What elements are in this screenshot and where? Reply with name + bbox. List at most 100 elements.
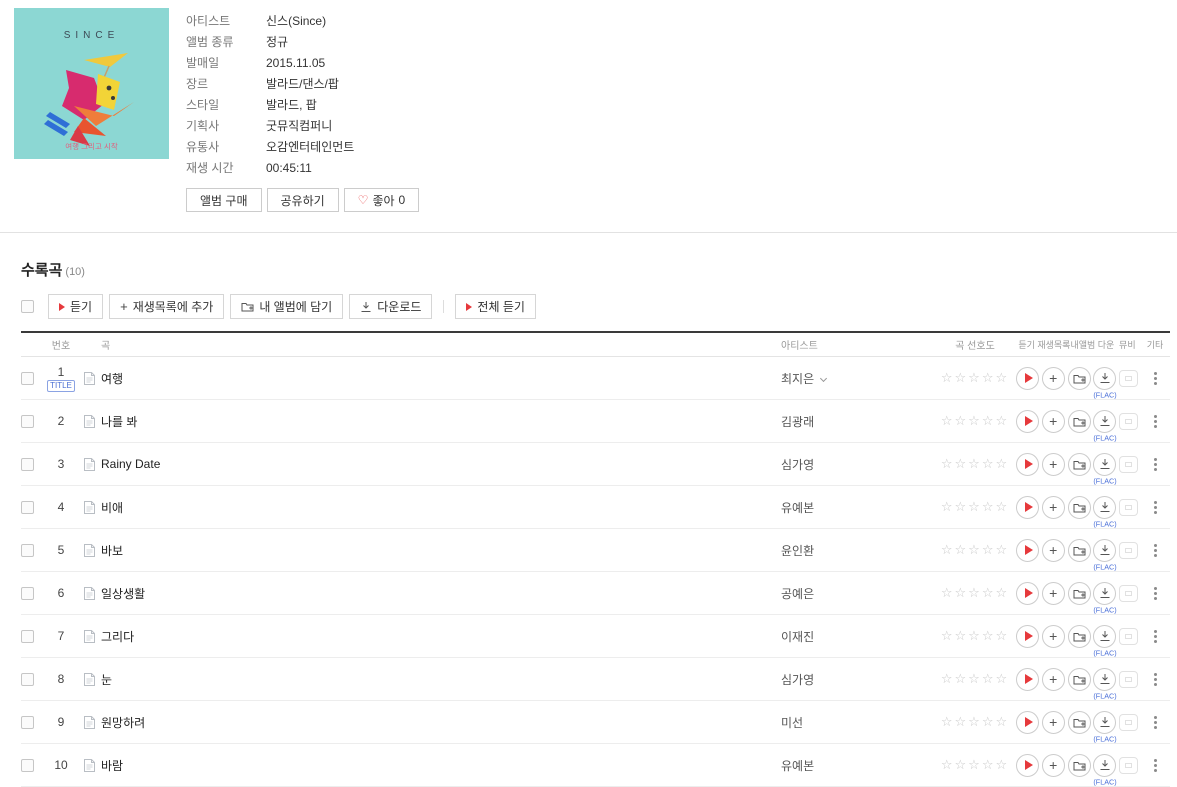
song-rating-stars[interactable]: ☆☆☆☆☆ — [941, 757, 1009, 772]
track-play-button[interactable] — [1016, 495, 1039, 519]
track-checkbox[interactable] — [21, 629, 34, 643]
track-add-my-album-button[interactable] — [1067, 667, 1091, 691]
track-add-my-album-button[interactable] — [1067, 710, 1091, 734]
track-add-my-album-button[interactable] — [1067, 495, 1091, 519]
lyrics-doc-icon[interactable] — [83, 629, 96, 644]
track-add-playlist-button[interactable]: + — [1041, 366, 1065, 390]
track-more-menu-button[interactable] — [1150, 712, 1161, 733]
track-artist-link[interactable]: 최지은 — [781, 372, 814, 386]
lyrics-doc-icon[interactable] — [83, 586, 96, 601]
listen-selected-button[interactable]: 듣기 — [48, 294, 104, 319]
track-download-button[interactable] — [1093, 495, 1117, 519]
track-play-button[interactable] — [1016, 409, 1039, 433]
track-title-link[interactable]: 나를 봐 — [101, 415, 137, 429]
track-artist-link[interactable]: 유예본 — [781, 501, 814, 515]
track-checkbox[interactable] — [21, 586, 34, 600]
track-add-playlist-button[interactable]: + — [1041, 624, 1065, 648]
track-add-playlist-button[interactable]: + — [1041, 538, 1065, 562]
song-rating-stars[interactable]: ☆☆☆☆☆ — [941, 714, 1009, 729]
track-play-button[interactable] — [1016, 710, 1039, 734]
track-add-my-album-button[interactable] — [1067, 452, 1091, 476]
track-checkbox[interactable] — [21, 543, 34, 557]
track-add-playlist-button[interactable]: + — [1041, 667, 1065, 691]
track-play-button[interactable] — [1016, 581, 1039, 605]
track-artist-link[interactable]: 이재진 — [781, 630, 814, 644]
track-play-button[interactable] — [1016, 624, 1039, 648]
buy-album-button[interactable]: 앨범 구매 — [186, 188, 262, 212]
track-checkbox[interactable] — [21, 758, 34, 772]
lyrics-doc-icon[interactable] — [83, 414, 96, 429]
share-button[interactable]: 공유하기 — [266, 188, 339, 212]
track-more-menu-button[interactable] — [1150, 454, 1161, 475]
download-selected-button[interactable]: 다운로드 — [349, 294, 433, 319]
lyrics-doc-icon[interactable] — [83, 715, 96, 730]
track-download-button[interactable] — [1093, 667, 1117, 691]
track-play-button[interactable] — [1016, 452, 1039, 476]
track-more-menu-button[interactable] — [1150, 669, 1161, 690]
lyrics-doc-icon[interactable] — [83, 371, 96, 386]
track-play-button[interactable] — [1016, 366, 1039, 390]
track-download-button[interactable] — [1093, 710, 1117, 734]
track-add-my-album-button[interactable] — [1067, 409, 1091, 433]
track-title-link[interactable]: 일상생활 — [101, 587, 145, 601]
add-to-playlist-button[interactable]: + 재생목록에 추가 — [109, 294, 225, 319]
song-rating-stars[interactable]: ☆☆☆☆☆ — [941, 585, 1009, 600]
track-more-menu-button[interactable] — [1150, 583, 1161, 604]
add-to-my-album-button[interactable]: 내 앨범에 담기 — [230, 294, 344, 319]
track-more-menu-button[interactable] — [1150, 497, 1161, 518]
select-all-checkbox[interactable] — [21, 300, 34, 313]
track-checkbox[interactable] — [21, 500, 34, 514]
lyrics-doc-icon[interactable] — [83, 500, 96, 515]
lyrics-doc-icon[interactable] — [83, 758, 96, 773]
lyrics-doc-icon[interactable] — [83, 672, 96, 687]
artist-expand-icon[interactable] — [820, 374, 828, 382]
track-artist-link[interactable]: 미선 — [781, 716, 803, 730]
lyrics-doc-icon[interactable] — [83, 457, 96, 472]
track-play-button[interactable] — [1016, 538, 1039, 562]
track-title-link[interactable]: Rainy Date — [101, 457, 160, 471]
track-more-menu-button[interactable] — [1150, 411, 1161, 432]
track-download-button[interactable] — [1093, 581, 1117, 605]
track-add-my-album-button[interactable] — [1067, 581, 1091, 605]
track-add-playlist-button[interactable]: + — [1041, 409, 1065, 433]
like-button[interactable]: ♡ 좋아 0 — [343, 188, 420, 212]
track-artist-link[interactable]: 윤인환 — [781, 544, 814, 558]
track-more-menu-button[interactable] — [1150, 368, 1161, 389]
song-rating-stars[interactable]: ☆☆☆☆☆ — [941, 370, 1009, 385]
track-checkbox[interactable] — [21, 414, 34, 428]
track-artist-link[interactable]: 김광래 — [781, 415, 814, 429]
track-download-button[interactable] — [1093, 366, 1117, 390]
track-play-button[interactable] — [1016, 753, 1039, 777]
track-artist-link[interactable]: 심가영 — [781, 458, 814, 472]
track-add-playlist-button[interactable]: + — [1041, 753, 1065, 777]
track-download-button[interactable] — [1093, 452, 1117, 476]
listen-all-button[interactable]: 전체 듣기 — [455, 294, 536, 319]
track-checkbox[interactable] — [21, 672, 34, 686]
track-add-playlist-button[interactable]: + — [1041, 581, 1065, 605]
song-rating-stars[interactable]: ☆☆☆☆☆ — [941, 542, 1009, 557]
song-rating-stars[interactable]: ☆☆☆☆☆ — [941, 456, 1009, 471]
track-title-link[interactable]: 그리다 — [101, 630, 134, 644]
track-add-my-album-button[interactable] — [1067, 753, 1091, 777]
album-cover-art[interactable]: SINCE 여행 그리고 시작 — [14, 8, 169, 159]
track-add-playlist-button[interactable]: + — [1041, 495, 1065, 519]
song-rating-stars[interactable]: ☆☆☆☆☆ — [941, 413, 1009, 428]
track-title-link[interactable]: 바람 — [101, 759, 123, 773]
track-more-menu-button[interactable] — [1150, 755, 1161, 776]
track-add-my-album-button[interactable] — [1067, 624, 1091, 648]
track-add-my-album-button[interactable] — [1067, 366, 1091, 390]
track-more-menu-button[interactable] — [1150, 540, 1161, 561]
track-title-link[interactable]: 비애 — [101, 501, 123, 515]
track-title-link[interactable]: 원망하려 — [101, 716, 145, 730]
track-download-button[interactable] — [1093, 538, 1117, 562]
track-artist-link[interactable]: 심가영 — [781, 673, 814, 687]
song-rating-stars[interactable]: ☆☆☆☆☆ — [941, 671, 1009, 686]
track-play-button[interactable] — [1016, 667, 1039, 691]
track-more-menu-button[interactable] — [1150, 626, 1161, 647]
track-artist-link[interactable]: 유예본 — [781, 759, 814, 773]
lyrics-doc-icon[interactable] — [83, 543, 96, 558]
track-download-button[interactable] — [1093, 409, 1117, 433]
track-title-link[interactable]: 눈 — [101, 673, 112, 687]
album-artist-link[interactable]: 신스(Since) — [266, 12, 326, 29]
track-checkbox[interactable] — [21, 457, 34, 471]
